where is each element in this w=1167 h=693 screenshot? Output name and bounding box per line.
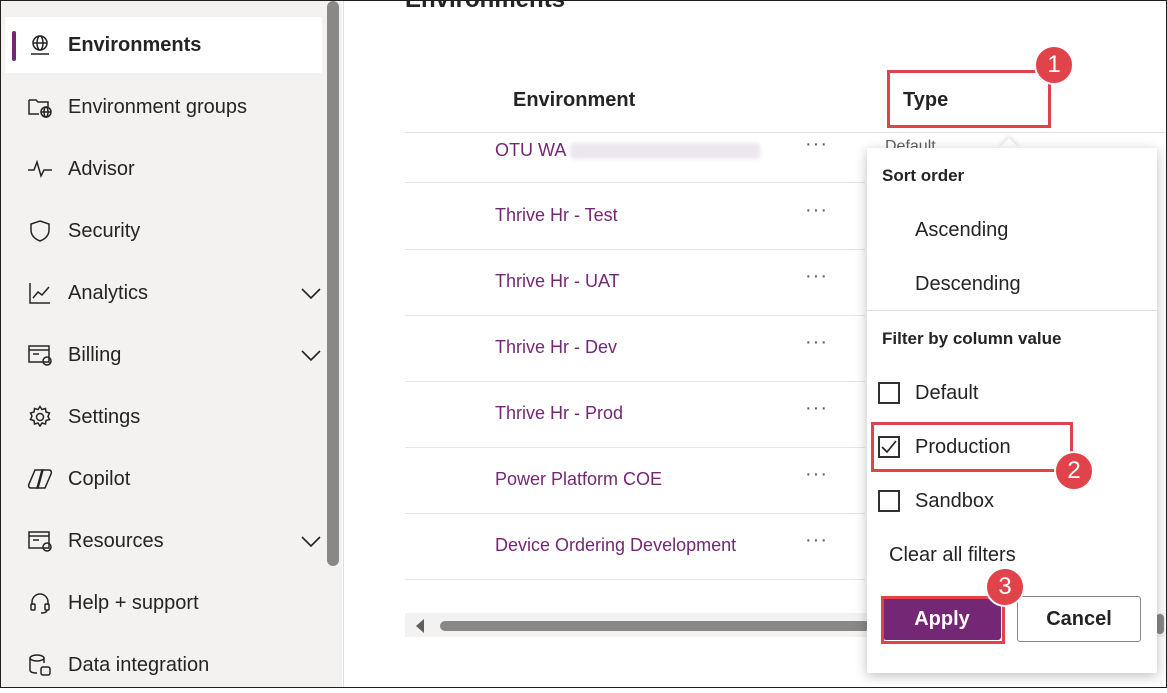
sidebar-item-billing[interactable]: Billing [5, 327, 322, 383]
sidebar-item-security[interactable]: Security [5, 203, 322, 259]
sidebar-item-label: Data integration [68, 653, 210, 676]
column-header-environment[interactable]: Environment [513, 89, 635, 112]
sort-order-header: Sort order [882, 166, 965, 185]
sidebar-item-resources[interactable]: Resources [5, 513, 322, 569]
sidebar-item-label: Analytics [68, 281, 149, 304]
more-options-button[interactable]: ··· [805, 397, 828, 420]
chevron-down-icon[interactable] [300, 530, 322, 552]
checkbox[interactable] [878, 382, 900, 404]
environment-link[interactable]: Thrive Hr - Dev [495, 337, 617, 358]
filter-label: Default [915, 381, 979, 404]
cancel-button[interactable]: Cancel [1017, 596, 1141, 642]
scrollbar-thumb[interactable] [1156, 614, 1164, 634]
globe-icon [27, 32, 53, 58]
page-title: Environments [405, 0, 565, 14]
sidebar-item-label: Help + support [68, 591, 199, 614]
chart-line-icon [27, 280, 53, 306]
divider [867, 310, 1157, 311]
sidebar-item-settings[interactable]: Settings [5, 389, 322, 445]
table-row[interactable]: Device Ordering Development ··· [405, 513, 865, 580]
table-row[interactable]: Thrive Hr - Test ··· [405, 183, 865, 250]
data-integration-icon [27, 652, 53, 678]
shield-icon [27, 218, 53, 244]
table-row[interactable]: OTU WA ··· [405, 133, 865, 183]
sidebar-item-label: Security [68, 219, 141, 242]
sidebar-item-label: Environment groups [68, 95, 247, 118]
environment-link[interactable]: Power Platform COE [495, 469, 662, 490]
gear-icon [27, 404, 53, 430]
environment-link[interactable]: Thrive Hr - Test [495, 205, 618, 226]
sidebar-item-advisor[interactable]: Advisor [5, 141, 322, 197]
clear-all-filters-link[interactable]: Clear all filters [889, 544, 1016, 567]
scroll-left-arrow-icon[interactable] [416, 619, 424, 633]
billing-icon [27, 342, 53, 368]
step-badge: 2 [1054, 451, 1094, 491]
divider [343, 0, 344, 688]
more-options-button[interactable]: ··· [805, 133, 828, 156]
filter-label: Sandbox [915, 489, 994, 512]
sidebar-item-label: Billing [68, 343, 122, 366]
headset-icon [27, 590, 53, 616]
step-badge: 1 [1034, 45, 1074, 85]
sidebar-item-label: Advisor [68, 157, 135, 180]
environment-link[interactable]: OTU WA [495, 140, 761, 161]
copilot-icon [27, 466, 53, 492]
annotation-highlight [887, 70, 1051, 128]
environment-link[interactable]: Thrive Hr - Prod [495, 403, 623, 424]
selection-indicator [12, 31, 16, 61]
more-options-button[interactable]: ··· [805, 529, 828, 552]
annotation-highlight [871, 422, 1073, 472]
sidebar-item-environments[interactable]: Environments [5, 17, 322, 73]
scrollbar-thumb[interactable] [440, 621, 870, 631]
sidebar-item-analytics[interactable]: Analytics [5, 265, 322, 321]
redacted-text [570, 143, 761, 160]
sidebar-item-label: Resources [68, 529, 164, 552]
more-options-button[interactable]: ··· [805, 331, 828, 354]
sidebar-item-label: Copilot [68, 467, 131, 490]
sidebar-item-label: Environments [68, 33, 202, 56]
table-row[interactable]: Thrive Hr - Dev ··· [405, 315, 865, 382]
sidebar-item-label: Settings [68, 405, 141, 428]
step-badge: 3 [985, 567, 1025, 607]
annotation-highlight [881, 596, 1005, 644]
sort-descending-option[interactable]: Descending [915, 273, 1021, 296]
table-row[interactable]: Thrive Hr - Prod ··· [405, 381, 865, 448]
more-options-button[interactable]: ··· [805, 463, 828, 486]
table-row[interactable]: Thrive Hr - UAT ··· [405, 249, 865, 316]
table-row[interactable]: Power Platform COE ··· [405, 447, 865, 514]
filter-option-sandbox[interactable]: Sandbox [878, 486, 994, 516]
more-options-button[interactable]: ··· [805, 199, 828, 222]
resources-icon [27, 528, 53, 554]
folder-globe-icon [27, 94, 53, 120]
more-options-button[interactable]: ··· [805, 265, 828, 288]
sidebar-item-copilot[interactable]: Copilot [5, 451, 322, 507]
sidebar-item-data-integration[interactable]: Data integration [5, 637, 322, 693]
chevron-down-icon[interactable] [300, 344, 322, 366]
environment-link[interactable]: Device Ordering Development [495, 535, 736, 556]
sidebar: Environments Environment groups Advisor … [1, 1, 342, 687]
pulse-icon [27, 156, 53, 182]
sidebar-item-help-support[interactable]: Help + support [5, 575, 322, 631]
filter-option-default[interactable]: Default [878, 378, 978, 408]
sidebar-scrollbar[interactable] [327, 1, 339, 566]
filter-header: Filter by column value [882, 329, 1062, 348]
chevron-down-icon[interactable] [300, 282, 322, 304]
environment-link[interactable]: Thrive Hr - UAT [495, 271, 620, 292]
sort-ascending-option[interactable]: Ascending [915, 219, 1008, 242]
checkbox[interactable] [878, 490, 900, 512]
sidebar-item-environment-groups[interactable]: Environment groups [5, 79, 322, 135]
